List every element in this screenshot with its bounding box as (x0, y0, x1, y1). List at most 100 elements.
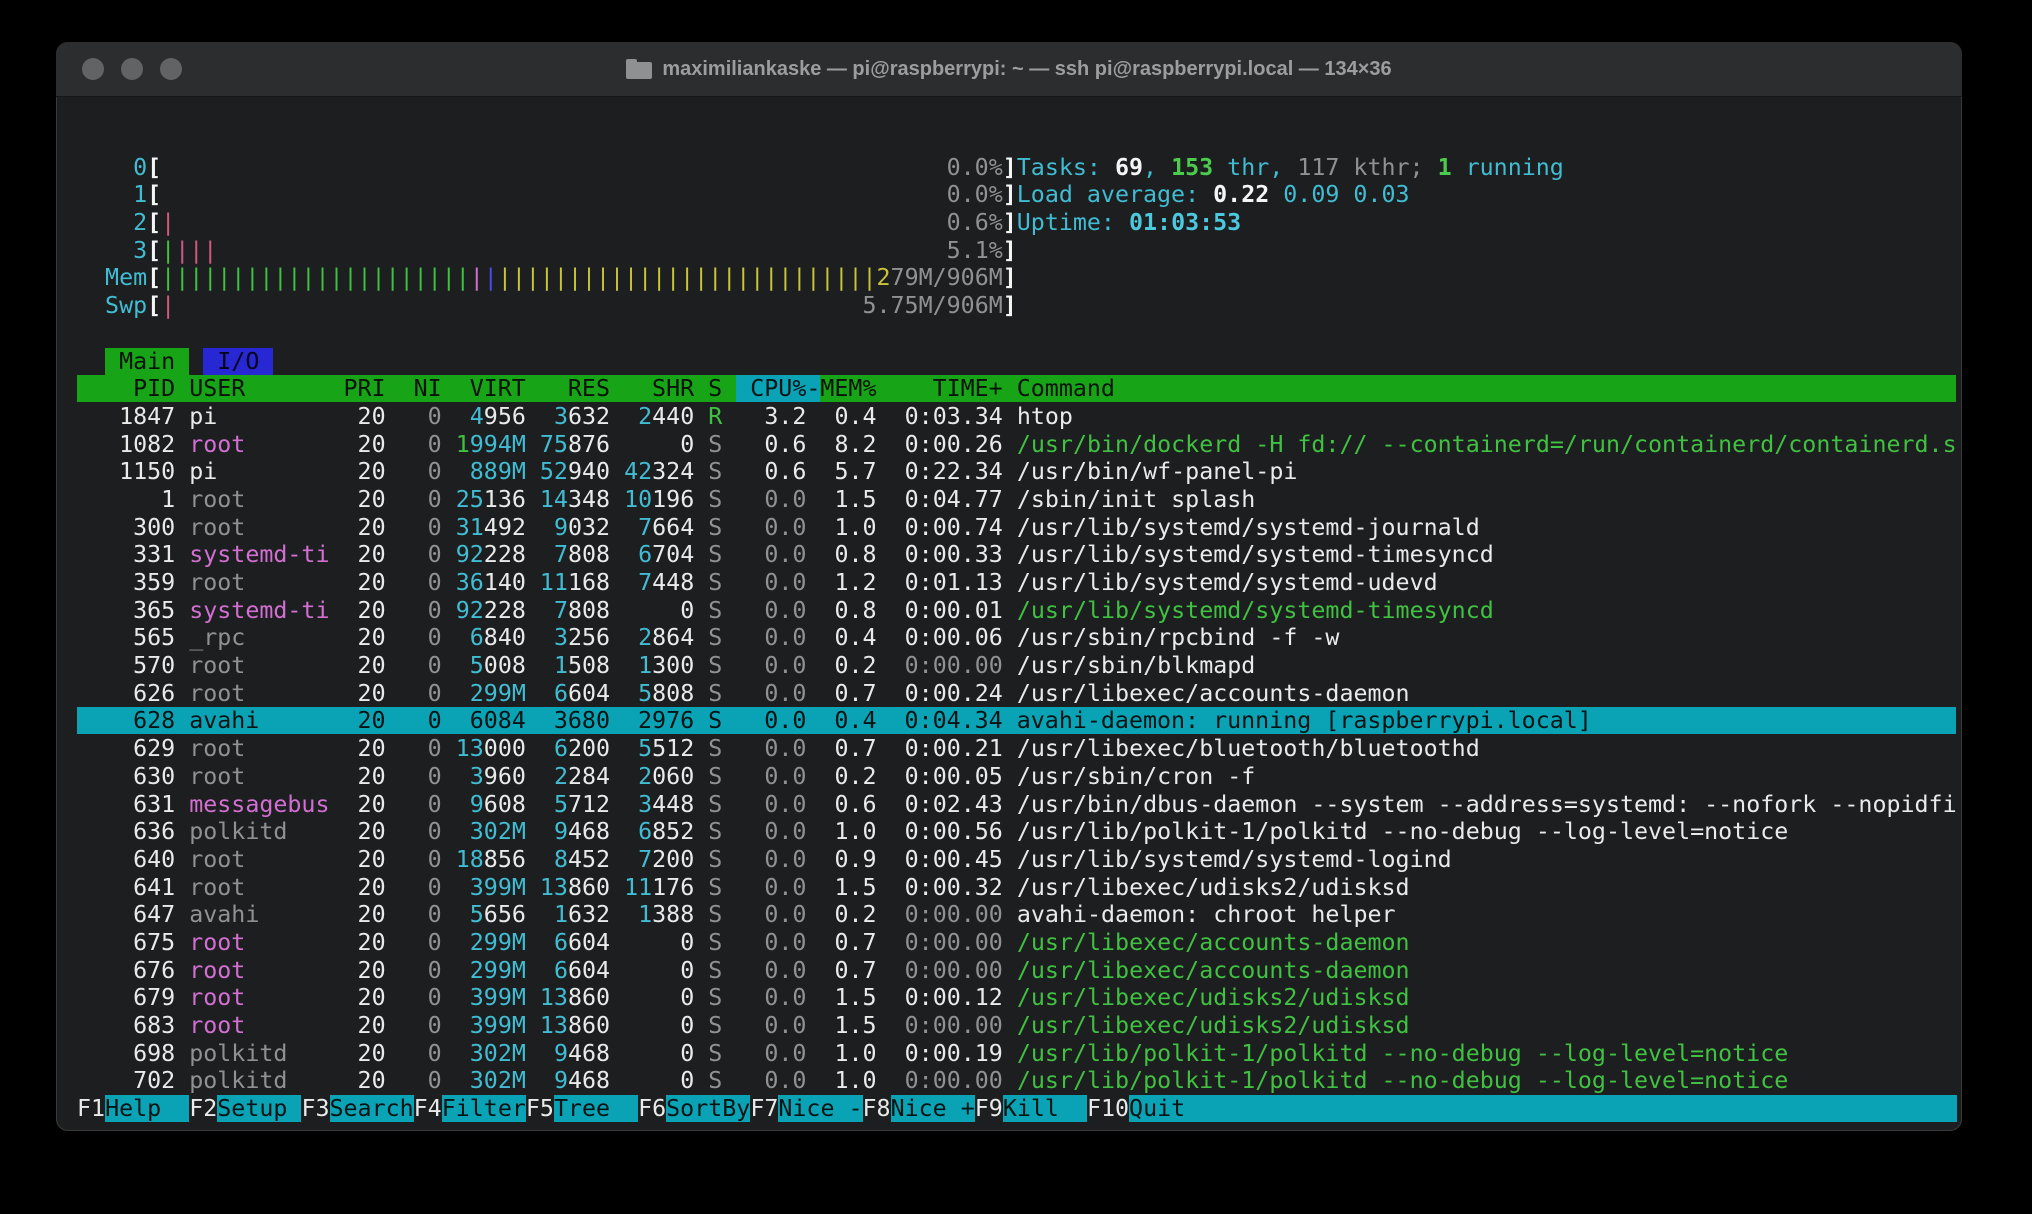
process-nice: 0 (400, 1040, 442, 1067)
minimize-button[interactable] (121, 58, 143, 80)
process-cpu-percent: 0.6 (736, 458, 806, 485)
blank-row (77, 126, 1962, 154)
process-row-683[interactable]: 683 root 20 0 399M 13860 0 S 0.0 1.5 0:0… (77, 1012, 1962, 1040)
window-title: maximiliankaske — pi@raspberrypi: ~ — ss… (662, 58, 1391, 81)
uptime-value: 01:03:53 (1129, 209, 1241, 236)
fkey-F9[interactable]: F9 (975, 1095, 1003, 1122)
process-time: 0:00.00 (877, 1012, 1003, 1039)
process-row-640[interactable]: 640 root 20 0 18856 8452 7200 S 0.0 0.9 … (77, 846, 1962, 874)
fkey-label-filter[interactable]: Filter (442, 1095, 526, 1122)
process-row-631[interactable]: 631 messagebus 20 0 9608 5712 3448 S 0.0… (77, 791, 1962, 819)
process-row-702[interactable]: 702 polkitd 20 0 302M 9468 0 S 0.0 1.0 0… (77, 1067, 1962, 1095)
process-time: 0:00.19 (877, 1040, 1003, 1067)
process-row-1847[interactable]: 1847 pi 20 0 4956 3632 2440 R 3.2 0.4 0:… (77, 403, 1962, 431)
process-row-365[interactable]: 365 systemd-ti 20 0 92228 7808 0 S 0.0 0… (77, 597, 1962, 625)
process-pid: 641 (77, 874, 175, 901)
process-nice: 0 (400, 514, 442, 541)
process-row-570[interactable]: 570 root 20 0 5008 1508 1300 S 0.0 0.2 0… (77, 652, 1962, 680)
process-time: 0:00.00 (877, 652, 1003, 679)
process-state: S (708, 791, 722, 818)
process-mem-percent: 0.7 (820, 680, 876, 707)
header-sort-column-cpu[interactable]: CPU%- (736, 375, 820, 402)
zoom-button[interactable] (160, 58, 182, 80)
process-pid: 626 (77, 680, 175, 707)
process-row-626[interactable]: 626 root 20 0 299M 6604 5808 S 0.0 0.7 0… (77, 680, 1962, 708)
tab-main[interactable]: Main (105, 348, 189, 375)
tasks-count: 69 (1115, 154, 1143, 181)
process-row-630[interactable]: 630 root 20 0 3960 2284 2060 S 0.0 0.2 0… (77, 763, 1962, 791)
process-row-641[interactable]: 641 root 20 0 399M 13860 11176 S 0.0 1.5… (77, 874, 1962, 902)
fkey-F1[interactable]: F1 (77, 1095, 105, 1122)
process-nice: 0 (400, 1067, 442, 1094)
window-titlebar[interactable]: maximiliankaske — pi@raspberrypi: ~ — ss… (56, 42, 1962, 97)
process-cpu-percent: 0.0 (736, 874, 806, 901)
process-mem-percent: 0.4 (820, 403, 876, 430)
mem-buffers-bars: | (484, 264, 498, 291)
process-pid: 570 (77, 652, 175, 679)
process-nice: 0 (400, 929, 442, 956)
process-command: /usr/bin/dockerd -H fd:// --containerd=/… (1017, 431, 1957, 458)
process-row-1150[interactable]: 1150 pi 20 0 889M 52940 42324 S 0.6 5.7 … (77, 458, 1962, 486)
process-nice: 0 (400, 486, 442, 513)
memory-meter-label: Mem (77, 264, 147, 291)
process-command: /usr/bin/dbus-daemon --system --address=… (1017, 791, 1957, 818)
process-row-331[interactable]: 331 systemd-ti 20 0 92228 7808 6704 S 0.… (77, 541, 1962, 569)
fkey-label-nice-[interactable]: Nice + (891, 1095, 975, 1122)
fkey-label-help[interactable]: Help (105, 1095, 189, 1122)
fkey-label-setup[interactable]: Setup (217, 1095, 301, 1122)
fkey-label-search[interactable]: Search (330, 1095, 414, 1122)
process-row-679[interactable]: 679 root 20 0 399M 13860 0 S 0.0 1.5 0:0… (77, 984, 1962, 1012)
close-button[interactable] (82, 58, 104, 80)
selected-process-text[interactable]: 628 avahi 20 0 6084 3680 2976 S 0.0 0.4 … (77, 707, 1956, 734)
fkey-label-quit[interactable]: Quit (1129, 1095, 1957, 1122)
fkey-F4[interactable]: F4 (414, 1095, 442, 1122)
tab-io[interactable]: I/O (203, 348, 273, 375)
process-user: root (189, 652, 329, 679)
fkey-F10[interactable]: F10 (1087, 1095, 1129, 1122)
process-time: 0:00.00 (877, 957, 1003, 984)
fkey-label-tree[interactable]: Tree (554, 1095, 638, 1122)
cpu-meter-3: 3[|||| 5.1%] (77, 237, 1962, 265)
process-mem-percent: 0.2 (820, 901, 876, 928)
fkey-F3[interactable]: F3 (301, 1095, 329, 1122)
process-row-1082[interactable]: 1082 root 20 0 1994M 75876 0 S 0.6 8.2 0… (77, 431, 1962, 459)
process-nice: 0 (400, 541, 442, 568)
process-priority: 20 (344, 680, 386, 707)
process-row-300[interactable]: 300 root 20 0 31492 9032 7664 S 0.0 1.0 … (77, 514, 1962, 542)
load-average-label: Load average: (1017, 181, 1213, 208)
process-nice: 0 (400, 1012, 442, 1039)
process-row-636[interactable]: 636 polkitd 20 0 302M 9468 6852 S 0.0 1.… (77, 818, 1962, 846)
process-mem-percent: 1.0 (820, 514, 876, 541)
process-row-676[interactable]: 676 root 20 0 299M 6604 0 S 0.0 0.7 0:00… (77, 957, 1962, 985)
htop-terminal[interactable]: 0[ 0.0%]Tasks: 69, 153 thr, 117 kthr; 1 … (77, 126, 1962, 1123)
process-row-selected-628[interactable]: 628 avahi 20 0 6084 3680 2976 S 0.0 0.4 … (77, 707, 1962, 735)
fkey-F2[interactable]: F2 (189, 1095, 217, 1122)
fkey-label-nice-[interactable]: Nice - (778, 1095, 862, 1122)
process-row-629[interactable]: 629 root 20 0 13000 6200 5512 S 0.0 0.7 … (77, 735, 1962, 763)
process-row-698[interactable]: 698 polkitd 20 0 302M 9468 0 S 0.0 1.0 0… (77, 1040, 1962, 1068)
process-row-565[interactable]: 565 _rpc 20 0 6840 3256 2864 S 0.0 0.4 0… (77, 624, 1962, 652)
fkey-F5[interactable]: F5 (526, 1095, 554, 1122)
header-right-columns[interactable]: MEM% TIME+ Command (820, 375, 1956, 402)
fkey-label-sortby[interactable]: SortBy (666, 1095, 750, 1122)
fkey-label-kill[interactable]: Kill (1003, 1095, 1087, 1122)
process-mem-percent: 1.0 (820, 818, 876, 845)
process-pid: 365 (77, 597, 175, 624)
process-cpu-percent: 0.0 (736, 680, 806, 707)
cpu-meter-value: 5.1% (947, 237, 1003, 264)
fkey-F6[interactable]: F6 (638, 1095, 666, 1122)
header-left-columns[interactable]: PID USER PRI NI VIRT RES SHR S (77, 375, 736, 402)
fkey-F8[interactable]: F8 (863, 1095, 891, 1122)
process-row-359[interactable]: 359 root 20 0 36140 11168 7448 S 0.0 1.2… (77, 569, 1962, 597)
fkey-F7[interactable]: F7 (750, 1095, 778, 1122)
process-user: systemd-ti (189, 541, 329, 568)
table-header[interactable]: PID USER PRI NI VIRT RES SHR S CPU%-MEM%… (77, 375, 1962, 403)
process-row-1[interactable]: 1 root 20 0 25136 14348 10196 S 0.0 1.5 … (77, 486, 1962, 514)
process-user: avahi (189, 901, 329, 928)
process-priority: 20 (344, 901, 386, 928)
process-row-675[interactable]: 675 root 20 0 299M 6604 0 S 0.0 0.7 0:00… (77, 929, 1962, 957)
process-user: root (189, 763, 329, 790)
process-command: /usr/sbin/blkmapd (1017, 652, 1957, 679)
process-cpu-percent: 0.0 (736, 791, 806, 818)
process-row-647[interactable]: 647 avahi 20 0 5656 1632 1388 S 0.0 0.2 … (77, 901, 1962, 929)
